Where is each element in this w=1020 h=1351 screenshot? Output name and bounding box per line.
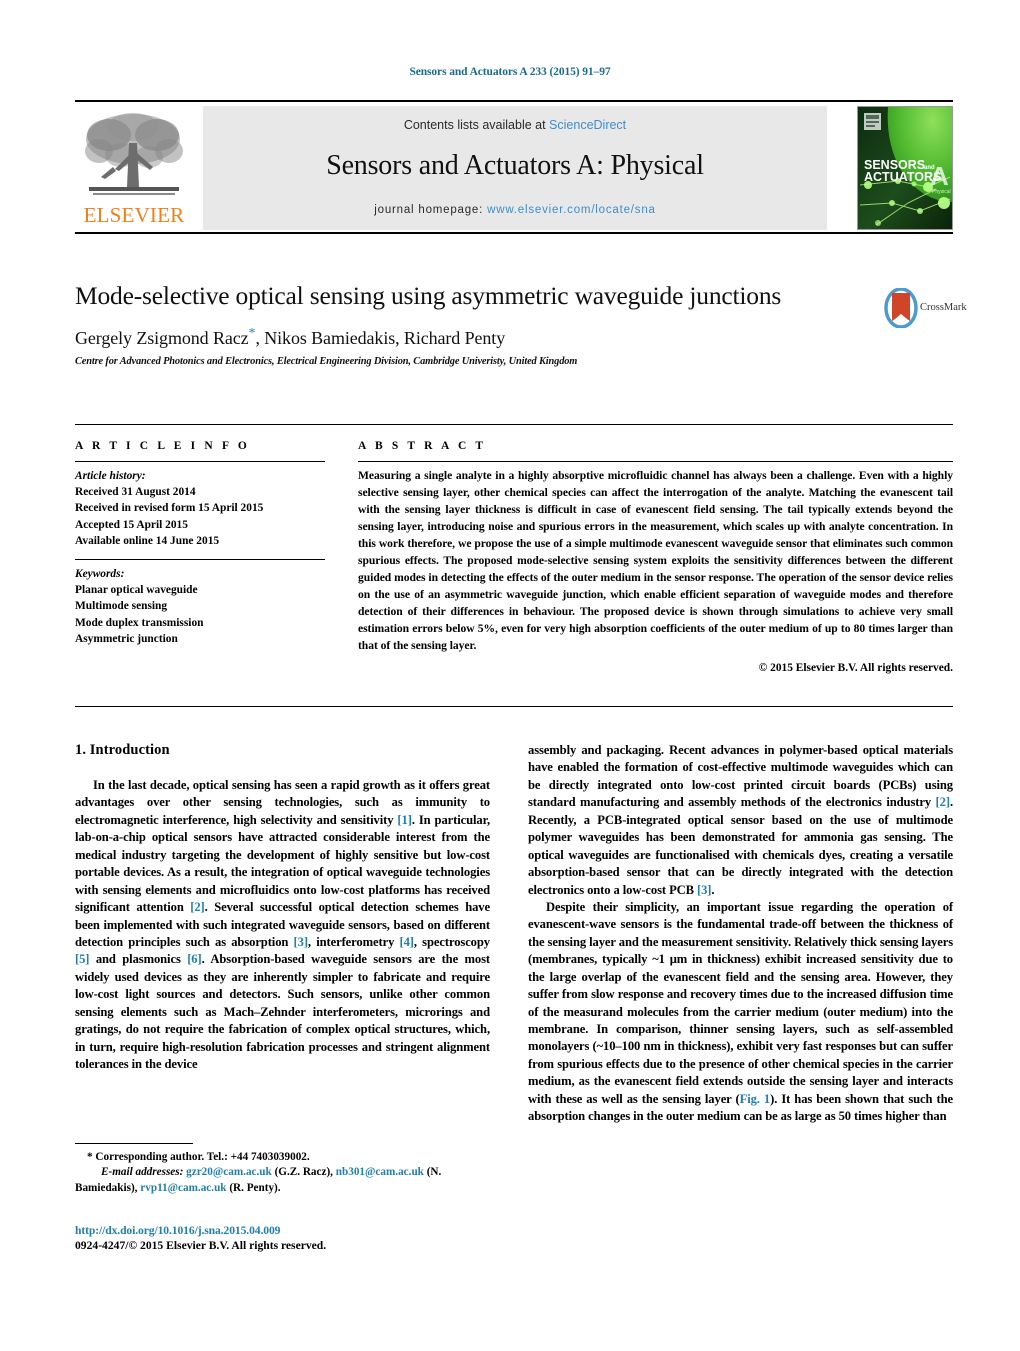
section-heading-introduction: 1. Introduction bbox=[75, 742, 170, 758]
history-item: Available online 14 June 2015 bbox=[75, 534, 220, 547]
abstract-text: Measuring a single analyte in a highly a… bbox=[358, 469, 953, 652]
info-top-rule bbox=[75, 424, 953, 425]
text-run: Corresponding author. Tel.: +44 74030390… bbox=[92, 1151, 310, 1163]
text-run: . In particular, lab-on-a-chip optical s… bbox=[75, 812, 491, 915]
abstract-section: A B S T R A C T Measuring a single analy… bbox=[358, 440, 953, 674]
journal-band: Contents lists available at ScienceDirec… bbox=[203, 106, 827, 230]
citation-ref[interactable]: [2] bbox=[190, 900, 204, 914]
article-history-label: Article history: bbox=[75, 470, 146, 482]
crossmark-icon bbox=[884, 287, 918, 329]
keyword-item: Asymmetric junction bbox=[75, 632, 178, 645]
homepage-label: journal homepage: bbox=[374, 204, 488, 216]
elsevier-wordmark: ELSEVIER bbox=[83, 203, 185, 227]
email-link-penty[interactable]: rvp11@cam.ac.uk bbox=[140, 1182, 226, 1194]
text-run: . Recently, a PCB-integrated optical sen… bbox=[528, 795, 953, 897]
doi-block: http://dx.doi.org/10.1016/j.sna.2015.04.… bbox=[75, 1224, 490, 1252]
text-run: and plasmonics bbox=[89, 952, 188, 967]
abstract-rule bbox=[358, 461, 953, 462]
article-info-section: A R T I C L E I N F O Article history: R… bbox=[75, 440, 325, 647]
history-item: Received in revised form 15 April 2015 bbox=[75, 502, 264, 515]
body-column-left: 1. Introduction In the last decade, opti… bbox=[75, 742, 490, 1073]
page-title: Mode-selective optical sensing using asy… bbox=[75, 281, 782, 310]
text-run: , spectroscopy bbox=[413, 934, 490, 949]
citation-ref[interactable]: [4] bbox=[400, 935, 414, 949]
journal-cover-art: SENSORS and ACTUATORS A Physical bbox=[858, 107, 952, 229]
email-link-racz[interactable]: gzr20@cam.ac.uk bbox=[186, 1166, 272, 1178]
text-run: (G.Z. Racz), bbox=[271, 1166, 336, 1179]
text-run: assembly and packaging. Recent advances … bbox=[528, 743, 953, 810]
citation-ref[interactable]: [6] bbox=[187, 952, 201, 966]
email-addresses-note: E-mail addresses: gzr20@cam.ac.uk (G.Z. … bbox=[75, 1165, 490, 1196]
title-block: Mode-selective optical sensing using asy… bbox=[75, 280, 865, 367]
doi-link[interactable]: http://dx.doi.org/10.1016/j.sna.2015.04.… bbox=[75, 1224, 490, 1237]
sciencedirect-link[interactable]: ScienceDirect bbox=[549, 118, 626, 132]
journal-homepage-line: journal homepage: www.elsevier.com/locat… bbox=[203, 204, 827, 216]
paragraph: assembly and packaging. Recent advances … bbox=[528, 742, 953, 899]
article-info-heading: A R T I C L E I N F O bbox=[75, 440, 250, 452]
footnote-block: * Corresponding author. Tel.: +44 740303… bbox=[75, 1143, 490, 1196]
keyword-item: Planar optical waveguide bbox=[75, 584, 198, 597]
crossmark-label: CrossMark bbox=[920, 302, 967, 313]
crossmark-badge[interactable]: CrossMark bbox=[884, 287, 967, 336]
text-run: , interferometry bbox=[307, 934, 400, 949]
contents-prefix: Contents lists available at bbox=[403, 118, 550, 132]
paragraph: In the last decade, optical sensing has … bbox=[75, 777, 490, 1073]
article-info-rule-1 bbox=[75, 461, 325, 462]
history-item: Accepted 15 April 2015 bbox=[75, 518, 188, 531]
cover-subtitle: Physical bbox=[932, 189, 951, 195]
journal-homepage-link[interactable]: www.elsevier.com/locate/sna bbox=[487, 204, 656, 216]
citation-ref[interactable]: [1] bbox=[397, 813, 411, 827]
text-run: (R. Penty). bbox=[226, 1181, 281, 1194]
author-list: Gergely Zsigmond Racz*, Nikos Bamiedakis… bbox=[75, 326, 865, 349]
affiliation: Centre for Advanced Photonics and Electr… bbox=[75, 355, 578, 367]
contents-list-line: Contents lists available at ScienceDirec… bbox=[203, 118, 827, 132]
citation-ref[interactable]: [2] bbox=[936, 795, 950, 809]
footnote-rule bbox=[75, 1143, 193, 1144]
keyword-item: Mode duplex transmission bbox=[75, 616, 204, 629]
paper-page: Sensors and Actuators A 233 (2015) 91–97 bbox=[0, 0, 1020, 1351]
journal-cover-thumbnail: SENSORS and ACTUATORS A Physical bbox=[857, 106, 953, 230]
text-run: . Absorption-based waveguide sensors are… bbox=[75, 952, 490, 1071]
citation-ref[interactable]: [5] bbox=[75, 952, 89, 966]
journal-title: Sensors and Actuators A: Physical bbox=[326, 150, 704, 181]
paragraph: Despite their simplicity, an important i… bbox=[528, 899, 953, 1126]
citation-ref[interactable]: [3] bbox=[294, 935, 308, 949]
author-first: Gergely Zsigmond Racz bbox=[75, 327, 249, 348]
author-rest: , Nikos Bamiedakis, Richard Penty bbox=[255, 327, 506, 348]
elsevier-tree-icon bbox=[85, 113, 183, 195]
info-bottom-rule bbox=[75, 706, 953, 707]
email-link-bamiedakis[interactable]: nb301@cam.ac.uk bbox=[336, 1166, 424, 1178]
issn-copyright-line: 0924-4247/© 2015 Elsevier B.V. All right… bbox=[75, 1239, 327, 1252]
journal-masthead: ELSEVIER Contents lists available at Sci… bbox=[75, 100, 953, 234]
keywords-label: Keywords: bbox=[75, 567, 125, 580]
corresponding-author-note: * Corresponding author. Tel.: +44 740303… bbox=[75, 1150, 490, 1165]
elsevier-logo: ELSEVIER bbox=[75, 107, 193, 231]
cover-letter-a: A bbox=[930, 161, 949, 191]
text-run: Despite their simplicity, an important i… bbox=[528, 899, 953, 1106]
text-run: . bbox=[711, 882, 715, 897]
body-column-right: assembly and packaging. Recent advances … bbox=[528, 742, 953, 1126]
email-label: E-mail addresses: bbox=[101, 1166, 184, 1179]
keyword-item: Multimode sensing bbox=[75, 600, 168, 613]
citation-ref[interactable]: [3] bbox=[697, 883, 711, 897]
abstract-copyright: © 2015 Elsevier B.V. All rights reserved… bbox=[758, 661, 953, 674]
abstract-heading: A B S T R A C T bbox=[358, 440, 487, 452]
history-item: Received 31 August 2014 bbox=[75, 486, 196, 499]
running-head: Sensors and Actuators A 233 (2015) 91–97 bbox=[409, 66, 611, 78]
figure-ref[interactable]: Fig. 1 bbox=[740, 1092, 771, 1106]
article-info-rule-2 bbox=[75, 558, 325, 560]
